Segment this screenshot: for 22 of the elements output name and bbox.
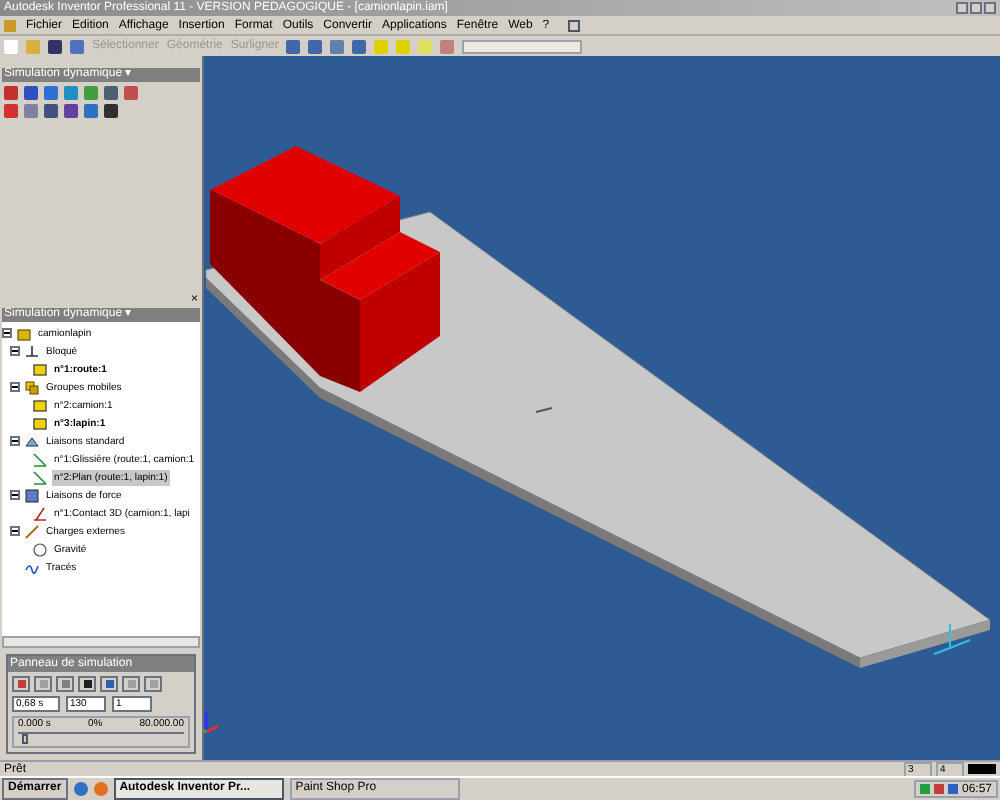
viewport[interactable] [204, 56, 1000, 760]
toolbar-icon[interactable] [567, 19, 580, 31]
collapse-toggle[interactable] [2, 328, 12, 339]
collapse-toggle[interactable] [10, 436, 20, 447]
collapse-toggle[interactable] [10, 346, 20, 357]
status-indicator [968, 764, 996, 774]
slider-thumb[interactable] [22, 734, 29, 744]
style-select[interactable] [462, 39, 583, 53]
marker-line [535, 407, 553, 413]
assembly-icon [16, 325, 32, 342]
curve-icon [24, 559, 40, 576]
collapse-toggle[interactable] [10, 490, 20, 501]
force-icon [24, 487, 40, 504]
circle-icon [32, 541, 48, 558]
axis-icon [933, 623, 971, 655]
time-slider[interactable] [18, 732, 184, 742]
collapse-toggle[interactable] [10, 526, 20, 537]
axis-triad-icon [204, 712, 219, 734]
scrollbar[interactable] [2, 636, 200, 648]
cubes-icon [24, 379, 40, 396]
contact-icon [32, 505, 48, 522]
collapse-toggle[interactable] [10, 382, 20, 393]
